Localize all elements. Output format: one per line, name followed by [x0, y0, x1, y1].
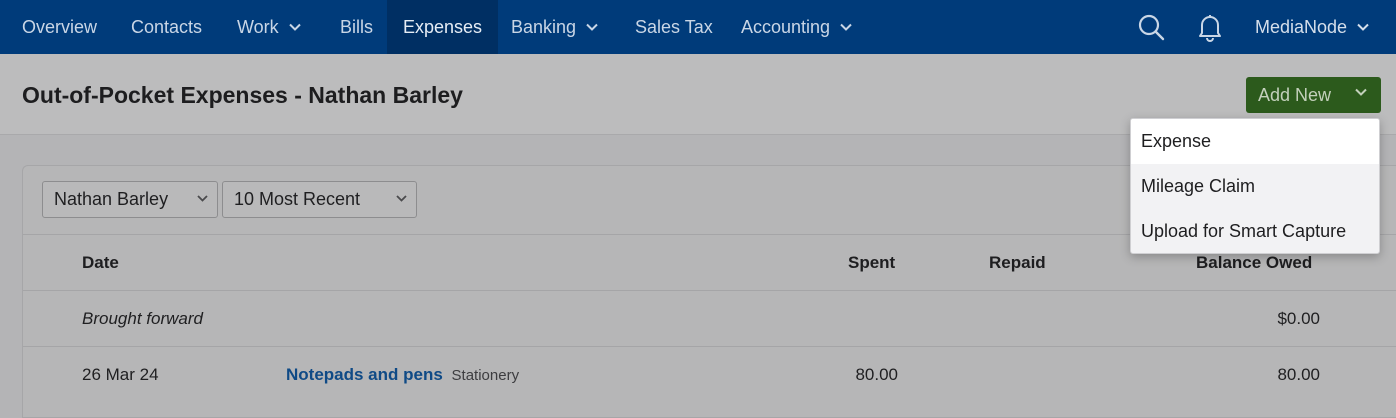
nav-item-accounting[interactable]: Accounting	[741, 0, 852, 54]
column-header-date: Date	[82, 253, 119, 272]
chevron-down-icon	[396, 195, 407, 202]
range-select-value: 10 Most Recent	[234, 189, 361, 209]
row-balance: 80.00	[1277, 365, 1320, 384]
account-menu[interactable]: MediaNode	[1255, 0, 1369, 54]
row-date: 26 Mar 24	[82, 365, 159, 384]
nav-item-label: Banking	[511, 16, 577, 37]
bell-icon[interactable]	[1195, 12, 1225, 42]
nav-item-label: Sales Tax	[635, 16, 713, 37]
menu-item-expense[interactable]: Expense	[1131, 119, 1379, 164]
nav-item-banking[interactable]: Banking	[511, 0, 598, 54]
add-new-button[interactable]: Add New	[1246, 77, 1381, 113]
row-spent: 80.00	[855, 365, 898, 384]
chevron-down-icon	[197, 195, 208, 202]
nav-item-overview[interactable]: Overview	[0, 0, 119, 54]
brought-forward-label: Brought forward	[82, 309, 203, 328]
column-header-repaid: Repaid	[989, 253, 1046, 272]
divider	[23, 346, 1396, 347]
nav-item-work[interactable]: Work	[237, 0, 301, 54]
expense-link[interactable]: Notepads and pens	[286, 365, 443, 384]
nav-item-label: Work	[237, 16, 279, 37]
add-new-label: Add New	[1258, 84, 1332, 105]
account-label: MediaNode	[1255, 16, 1348, 37]
table-row-description: Notepads and pens Stationery	[286, 365, 519, 385]
range-select[interactable]: 10 Most Recent	[222, 181, 417, 218]
nav-item-contacts[interactable]: Contacts	[131, 0, 202, 54]
search-icon[interactable]	[1136, 12, 1166, 42]
nav-item-label: Contacts	[131, 16, 203, 37]
divider	[23, 290, 1396, 291]
page-title: Out-of-Pocket Expenses - Nathan Barley	[22, 82, 463, 108]
nav-item-label: Accounting	[741, 16, 831, 37]
chevron-down-icon	[1355, 88, 1367, 96]
top-navigation: Overview Contacts Work Bills Expenses Ba…	[0, 0, 1396, 54]
column-header-balance-owed: Balance Owed	[1196, 253, 1313, 272]
person-select[interactable]: Nathan Barley	[42, 181, 218, 218]
chevron-down-icon	[288, 23, 301, 31]
column-header-spent: Spent	[848, 253, 896, 272]
nav-item-label: Expenses	[403, 16, 483, 37]
nav-item-bills[interactable]: Bills	[340, 0, 373, 54]
person-select-value: Nathan Barley	[54, 189, 169, 209]
menu-item-mileage-claim[interactable]: Mileage Claim	[1131, 164, 1379, 209]
nav-item-label: Bills	[340, 16, 374, 37]
expense-category: Stationery	[451, 367, 520, 384]
menu-item-upload-smart-capture[interactable]: Upload for Smart Capture	[1131, 209, 1379, 253]
chevron-down-icon	[586, 23, 598, 31]
chevron-down-icon	[840, 23, 852, 31]
brought-forward-balance: $0.00	[1277, 309, 1320, 328]
add-new-menu: Expense Mileage Claim Upload for Smart C…	[1130, 118, 1380, 254]
chevron-down-icon	[1357, 23, 1369, 31]
nav-item-label: Overview	[22, 16, 98, 37]
nav-item-expenses[interactable]: Expenses	[387, 0, 499, 54]
nav-item-sales-tax[interactable]: Sales Tax	[635, 0, 713, 54]
